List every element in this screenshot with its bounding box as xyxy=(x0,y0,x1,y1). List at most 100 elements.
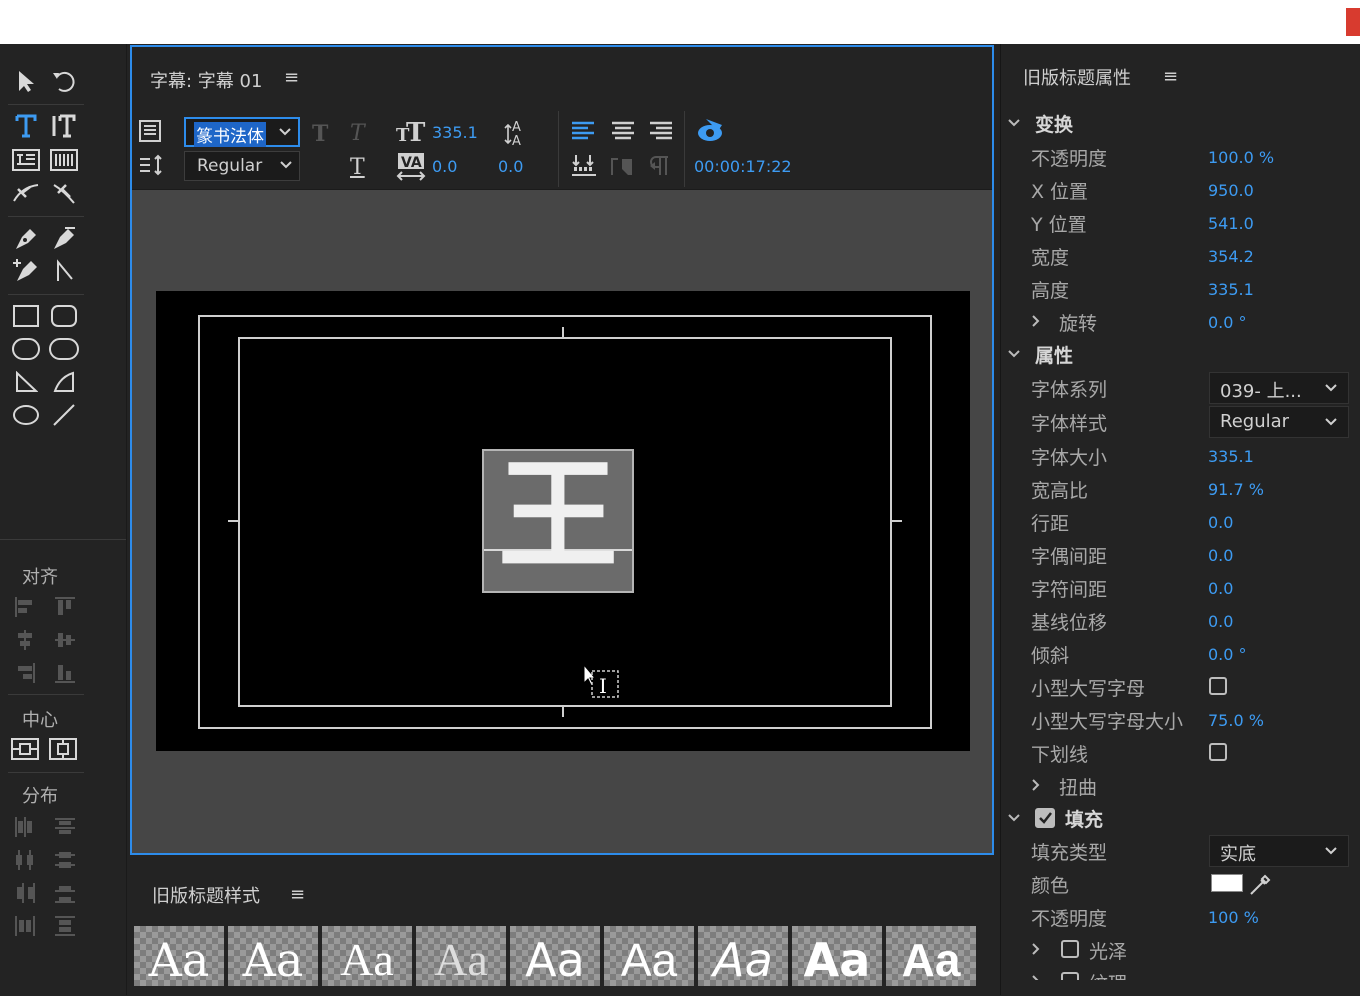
horizontal-center-icon[interactable] xyxy=(10,736,40,762)
style-swatch[interactable]: Aa xyxy=(510,926,600,986)
chevron-down-icon[interactable] xyxy=(1007,347,1021,361)
rounded-rectangle-tool-icon[interactable] xyxy=(48,301,80,331)
italic-icon[interactable]: T xyxy=(350,121,365,146)
slant-value[interactable]: 0.0 ° xyxy=(1208,645,1247,664)
vertical-area-type-tool-icon[interactable] xyxy=(48,145,80,175)
templates-icon[interactable] xyxy=(138,119,162,147)
type-tool-icon[interactable] xyxy=(10,111,42,141)
vertical-path-type-tool-icon[interactable] xyxy=(48,178,80,208)
distribute-horizontal-even-icon[interactable] xyxy=(12,913,38,939)
title-canvas[interactable]: 王 I xyxy=(156,291,970,751)
leading-value[interactable]: 0.0 xyxy=(498,157,523,176)
vertical-center-icon[interactable] xyxy=(48,736,78,762)
align-right-icon[interactable] xyxy=(12,660,38,686)
kerning-value[interactable]: 0.0 xyxy=(432,157,457,176)
fill-color-swatch[interactable] xyxy=(1211,874,1243,892)
add-anchor-point-tool-icon[interactable] xyxy=(10,256,42,286)
arc-tool-icon[interactable] xyxy=(48,367,80,397)
clipped-corner-rectangle-tool-icon[interactable] xyxy=(10,334,42,364)
fill-checkbox[interactable] xyxy=(1035,808,1055,828)
fill-type-select[interactable]: 实底 xyxy=(1209,835,1349,867)
distribute-top-icon[interactable] xyxy=(52,814,78,840)
font-family-dropdown[interactable]: 篆书法体 xyxy=(184,117,300,147)
distribute-bottom-icon[interactable] xyxy=(52,880,78,906)
distort-label[interactable]: 扭曲 xyxy=(1059,773,1097,800)
fill-section[interactable]: 填充 xyxy=(1065,805,1103,832)
delete-anchor-point-tool-icon[interactable] xyxy=(48,224,80,254)
rotation-tool-icon[interactable] xyxy=(48,66,80,96)
y-position-value[interactable]: 541.0 xyxy=(1208,214,1254,233)
height-value[interactable]: 335.1 xyxy=(1208,280,1254,299)
align-bottom-icon[interactable] xyxy=(52,660,78,686)
style-swatch[interactable]: Aa xyxy=(322,926,412,986)
selection-tool-icon[interactable] xyxy=(10,66,42,96)
wedge-tool-icon[interactable] xyxy=(10,367,42,397)
small-caps-size-value[interactable]: 75.0 % xyxy=(1208,711,1264,730)
underline-icon[interactable]: T xyxy=(350,155,365,180)
rounded-corner-rectangle-tool-icon[interactable] xyxy=(48,334,80,364)
transform-section[interactable]: 变换 xyxy=(1035,110,1073,137)
align-text-center-icon[interactable] xyxy=(610,119,636,147)
baseline-icon[interactable] xyxy=(570,153,598,181)
close-button[interactable] xyxy=(1346,8,1360,36)
line-tool-icon[interactable] xyxy=(48,400,80,430)
kerning-prop-value[interactable]: 0.0 xyxy=(1208,546,1233,565)
style-swatch[interactable]: Aa xyxy=(886,926,976,986)
titler-menu-icon[interactable]: ≡ xyxy=(284,67,299,88)
paragraph-icon[interactable] xyxy=(648,155,674,181)
vertical-type-tool-icon[interactable] xyxy=(48,111,80,141)
align-horizontal-center-icon[interactable] xyxy=(12,627,38,653)
font-size-value[interactable]: 335.1 xyxy=(432,123,478,142)
area-type-tool-icon[interactable] xyxy=(10,145,42,175)
distribute-vertical-even-icon[interactable] xyxy=(52,913,78,939)
chevron-right-icon[interactable] xyxy=(1029,942,1043,956)
styles-menu-icon[interactable]: ≡ xyxy=(290,884,305,905)
ellipse-tool-icon[interactable] xyxy=(10,400,42,430)
distribute-right-icon[interactable] xyxy=(12,880,38,906)
aspect-value[interactable]: 91.7 % xyxy=(1208,480,1264,499)
rectangle-tool-icon[interactable] xyxy=(10,301,42,331)
timecode[interactable]: 00:00:17:22 xyxy=(694,157,792,176)
distribute-left-icon[interactable] xyxy=(12,814,38,840)
fill-opacity-value[interactable]: 100 % xyxy=(1208,908,1259,927)
eyedropper-icon[interactable] xyxy=(1249,870,1275,900)
style-swatch[interactable]: Aa xyxy=(228,926,318,986)
align-top-icon[interactable] xyxy=(52,594,78,620)
show-background-video-icon[interactable] xyxy=(696,117,726,147)
style-swatch[interactable]: Aa xyxy=(416,926,506,986)
pen-tool-icon[interactable] xyxy=(10,224,42,254)
text-object[interactable]: 王 xyxy=(482,445,634,593)
path-type-tool-icon[interactable] xyxy=(10,178,42,208)
tracking-value[interactable]: 0.0 xyxy=(1208,579,1233,598)
style-swatch[interactable]: Aa xyxy=(604,926,694,986)
style-swatch[interactable]: Aa xyxy=(792,926,882,986)
props-menu-icon[interactable]: ≡ xyxy=(1163,66,1178,87)
style-swatch[interactable]: Aa xyxy=(134,926,224,986)
chevron-right-icon[interactable] xyxy=(1029,314,1043,328)
font-family-select[interactable]: 039- 上... xyxy=(1209,372,1349,404)
align-text-left-icon[interactable] xyxy=(570,119,596,147)
style-swatch[interactable]: Aa xyxy=(698,926,788,986)
rotation-value[interactable]: 0.0 ° xyxy=(1208,313,1247,332)
tab-stops-icon[interactable] xyxy=(138,153,164,181)
font-size-prop-value[interactable]: 335.1 xyxy=(1208,447,1254,466)
font-style-dropdown[interactable]: Regular xyxy=(184,151,300,181)
baseline-shift-value[interactable]: 0.0 xyxy=(1208,612,1233,631)
opacity-value[interactable]: 100.0 % xyxy=(1208,148,1274,167)
underline-checkbox[interactable] xyxy=(1209,743,1227,761)
properties-section[interactable]: 属性 xyxy=(1035,341,1073,368)
width-value[interactable]: 354.2 xyxy=(1208,247,1254,266)
convert-anchor-point-tool-icon[interactable] xyxy=(48,256,80,286)
sheen-checkbox[interactable] xyxy=(1061,940,1079,958)
chevron-down-icon[interactable] xyxy=(1007,116,1021,130)
bold-icon[interactable]: T xyxy=(312,121,328,147)
x-position-value[interactable]: 950.0 xyxy=(1208,181,1254,200)
chevron-right-icon[interactable] xyxy=(1029,778,1043,792)
tab-left-icon[interactable] xyxy=(610,155,636,181)
leading-prop-value[interactable]: 0.0 xyxy=(1208,513,1233,532)
align-text-right-icon[interactable] xyxy=(648,119,674,147)
align-vertical-center-icon[interactable] xyxy=(52,627,78,653)
distribute-horizontal-center-icon[interactable] xyxy=(12,847,38,873)
chevron-down-icon[interactable] xyxy=(1007,811,1021,825)
align-left-icon[interactable] xyxy=(12,594,38,620)
